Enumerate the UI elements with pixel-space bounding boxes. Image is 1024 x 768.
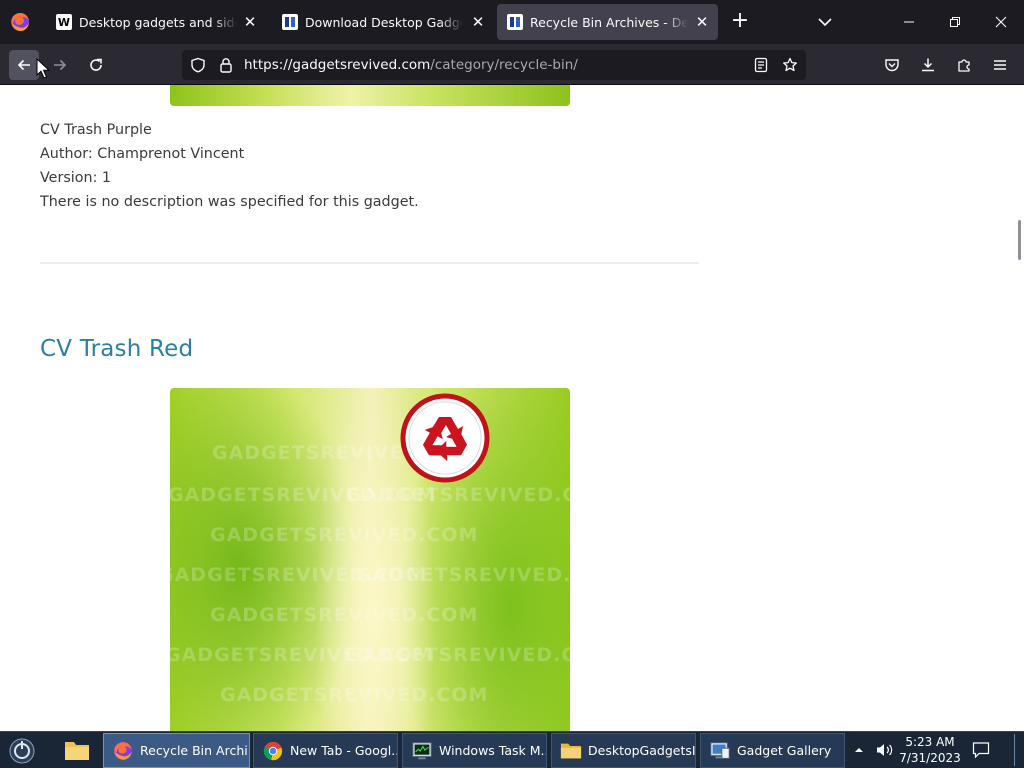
reader-view-icon[interactable]: [753, 57, 769, 73]
watermark-text: GADGETSREVIVED.COM: [210, 604, 479, 626]
post-divider: [40, 262, 699, 264]
chrome-icon: [263, 741, 283, 760]
pocket-icon: [885, 59, 899, 72]
reload-button[interactable]: [81, 50, 111, 80]
firefox-icon: [113, 741, 133, 760]
back-arrow-icon: [17, 59, 30, 71]
folder-icon: [560, 743, 582, 758]
gadget-name: CV Trash Purple: [40, 122, 152, 138]
show-desktop-button[interactable]: [1014, 734, 1020, 766]
previous-gadget-image: [170, 85, 570, 106]
mouse-cursor-icon: [36, 58, 50, 79]
tab-bar: W Desktop gadgets and sidebar fo ✕ Downl…: [0, 0, 1024, 44]
url-path: /category/recycle-bin/: [430, 57, 578, 73]
pocket-button[interactable]: [877, 50, 907, 80]
list-all-tabs-chevron-icon[interactable]: [812, 12, 838, 32]
watermark-text: GADGETSREVIVED.COM: [355, 564, 570, 586]
wikipedia-w-icon: W: [56, 14, 72, 30]
gadget-author: Author: Champrenot Vincent: [40, 146, 245, 162]
windows-taskbar: Recycle Bin Archi... New Tab - Googl... …: [0, 731, 1024, 768]
forward-arrow-icon: [54, 59, 67, 71]
address-bar[interactable]: https://gadgetsrevived.com/category/recy…: [182, 50, 806, 80]
speaker-volume-icon[interactable]: [875, 742, 895, 758]
gadgetsrevived-icon: [507, 14, 523, 30]
lock-icon[interactable]: [218, 57, 234, 73]
bookmark-star-icon[interactable]: [782, 57, 798, 73]
watermark-text: GADGETSREVIVED.COM: [345, 644, 570, 666]
watermark-text: GADGETSREVIVED.COM: [220, 684, 489, 706]
close-tab-icon[interactable]: ✕: [694, 14, 710, 30]
gadget-version: Version: 1: [40, 170, 112, 186]
watermark-text: GADGETSREVIVED.COM: [346, 484, 570, 506]
tab-title: Desktop gadgets and sidebar fo: [79, 14, 237, 30]
task-manager-icon: [412, 741, 432, 759]
page-scrollbar-thumb[interactable]: [1018, 220, 1021, 260]
download-arrow-icon: [922, 58, 934, 72]
taskbar-item-label: DesktopGadgetsI...: [588, 743, 696, 758]
taskbar-item-firefox[interactable]: Recycle Bin Archi...: [103, 733, 250, 768]
navigation-toolbar: https://gadgetsrevived.com/category/recy…: [0, 44, 1024, 85]
app-menu-button[interactable]: [985, 50, 1015, 80]
clock-date: 7/31/2023: [899, 751, 961, 765]
taskbar-item-task-manager[interactable]: Windows Task M...: [402, 733, 547, 768]
start-orb-icon[interactable]: [8, 737, 36, 765]
file-explorer-folder-icon[interactable]: [64, 738, 90, 762]
url-text[interactable]: https://gadgetsrevived.com/category/recy…: [244, 57, 578, 73]
reload-icon: [90, 58, 102, 71]
minimize-button[interactable]: [886, 0, 932, 44]
taskbar-item-gadget-gallery[interactable]: Gadget Gallery: [700, 733, 845, 768]
clock-time: 5:23 AM: [905, 735, 955, 749]
tab-title: Download Desktop Gadgets and: [305, 14, 463, 30]
close-window-button[interactable]: [978, 0, 1024, 44]
gadgetsrevived-icon: [282, 14, 298, 30]
close-tab-icon[interactable]: ✕: [470, 14, 486, 30]
post-title-link[interactable]: CV Trash Red: [40, 336, 193, 362]
system-clock[interactable]: 5:23 AM 7/31/2023: [898, 734, 962, 766]
restore-button[interactable]: [932, 0, 978, 44]
taskbar-item-label: Windows Task M...: [439, 743, 547, 758]
taskbar-item-label: Recycle Bin Archi...: [140, 743, 250, 758]
url-host: https://gadgetsrevived.com: [244, 57, 431, 73]
watermark-text: GADGETSREVIVED.COM: [210, 524, 479, 546]
new-tab-button[interactable]: +: [728, 10, 752, 34]
back-button[interactable]: [9, 50, 39, 80]
tab-recycle-bin-archives[interactable]: Recycle Bin Archives - Desktop ✕: [497, 4, 718, 40]
recycle-bin-red-icon: [400, 393, 490, 483]
taskbar-item-label: New Tab - Googl...: [290, 743, 398, 758]
tab-title: Recycle Bin Archives - Desktop: [530, 14, 688, 30]
gadget-description: There is no description was specified fo…: [40, 194, 419, 210]
hamburger-menu-icon: [994, 60, 1006, 70]
downloads-button[interactable]: [913, 50, 943, 80]
taskbar-item-label: Gadget Gallery: [737, 743, 832, 758]
tab-download-gadgets[interactable]: Download Desktop Gadgets and ✕: [272, 4, 494, 40]
tab-wikipedia[interactable]: W Desktop gadgets and sidebar fo ✕: [46, 4, 266, 40]
gadget-preview-image[interactable]: GADGETSREVIVED.COM GADGETSREVIVED.COM GA…: [170, 388, 570, 731]
taskbar-item-chrome[interactable]: New Tab - Googl...: [253, 733, 398, 768]
tracking-protection-shield-icon[interactable]: [190, 57, 206, 73]
close-tab-icon[interactable]: ✕: [242, 14, 258, 30]
gadget-gallery-icon: [710, 741, 730, 759]
taskbar-item-folder[interactable]: DesktopGadgetsI...: [551, 733, 696, 768]
show-hidden-icons-chevron-icon[interactable]: [853, 744, 865, 756]
extensions-button[interactable]: [949, 50, 979, 80]
page-content: CV Trash Purple Author: Champrenot Vince…: [0, 85, 1024, 731]
firefox-menu-icon[interactable]: [8, 10, 32, 34]
action-center-notification-icon[interactable]: [972, 741, 990, 759]
puzzle-piece-icon: [958, 59, 970, 72]
